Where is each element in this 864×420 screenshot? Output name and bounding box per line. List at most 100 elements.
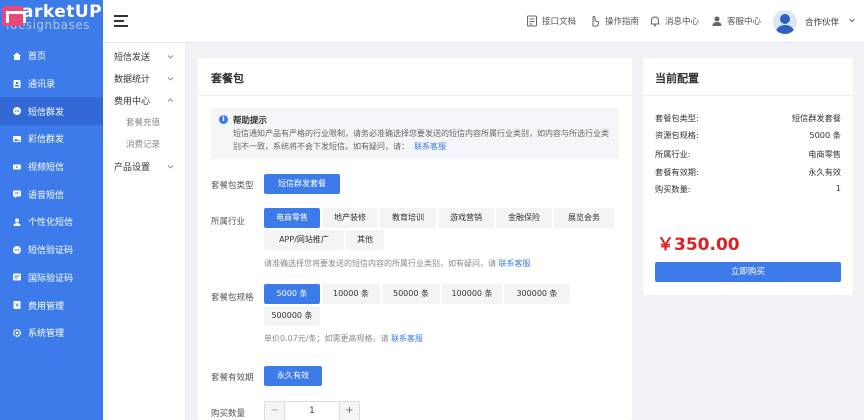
sidebar-item[interactable]: ¥ 费用管理 — [0, 291, 103, 319]
secondary-menu: 短信发送 数据统计费用中心套餐充值 消费记录产品设置 — [103, 43, 186, 420]
spec-option[interactable]: 5000 条 — [264, 284, 320, 304]
sidebar-item[interactable]: 语音短信 — [0, 180, 103, 208]
contact-service-link[interactable]: 联系客服 — [499, 259, 531, 268]
settings-icon — [12, 328, 22, 338]
top-link-service[interactable]: 客服中心 — [711, 15, 761, 27]
chevron-down-icon — [167, 75, 174, 82]
sidebar-item[interactable]: 个性化短信 — [0, 208, 103, 236]
sidebar-item-label: 短信验证码 — [28, 246, 74, 257]
package-card: 套餐包 i 帮助提示 短信通知产品有严格的行业限制，请务必准确选择您要发送的短信… — [198, 58, 632, 420]
spec-option[interactable]: 100000 条 — [442, 284, 502, 304]
config-key: 套餐包类型: — [655, 113, 699, 123]
config-key: 资源包规格: — [655, 130, 699, 140]
top-bar: 接口文档 操作指南 消息中心 客服中心 合作伙伴 — [103, 0, 864, 43]
submenu-item[interactable]: 套餐充值 — [103, 111, 185, 133]
total-price: ￥350.00 — [657, 235, 740, 255]
sidebar-item[interactable]: 国际验证码 — [0, 264, 103, 292]
config-row: 所属行业: 电商零售 — [655, 148, 841, 160]
intl-code-icon — [12, 272, 22, 282]
sidebar-item[interactable]: 首页 — [0, 42, 103, 70]
spec-hint: 单价0.07元/条；如需更高规格，请 联系客服 — [264, 333, 423, 344]
hint-text: 单价0.07元/条；如需更高规格，请 — [264, 334, 389, 343]
avatar[interactable] — [773, 10, 797, 34]
custom-sms-icon — [12, 217, 22, 227]
submenu-group-label: 费用中心 — [114, 96, 151, 107]
top-link-messages[interactable]: 消息中心 — [649, 15, 699, 27]
industry-option[interactable]: 游戏营销 — [438, 208, 494, 228]
config-value: 5000 条 — [809, 130, 841, 140]
package-type-option[interactable]: 短信群发套餐 — [264, 174, 340, 194]
spec-label: 套餐包规格 — [211, 293, 254, 303]
industry-option[interactable]: 其他 — [346, 230, 384, 250]
industry-option[interactable]: APP/网站推广 — [264, 230, 344, 250]
spec-option[interactable]: 10000 条 — [322, 284, 380, 304]
top-link-api-docs[interactable]: 接口文档 — [526, 15, 576, 27]
sidebar-item-label: 个性化短信 — [28, 218, 74, 229]
top-link-guide[interactable]: 操作指南 — [589, 15, 639, 27]
contact-service-link[interactable]: 联系客服 — [414, 142, 446, 151]
config-row: 购买数量: 1 — [655, 183, 841, 195]
video-icon — [12, 162, 22, 172]
decrement-button[interactable]: − — [265, 402, 285, 420]
chevron-down-icon — [167, 163, 174, 170]
industry-option[interactable]: 教育培训 — [380, 208, 436, 228]
config-key: 购买数量: — [655, 184, 691, 194]
chevron-up-icon — [167, 97, 174, 104]
submenu-group[interactable]: 产品设置 — [103, 155, 185, 177]
increment-button[interactable]: + — [339, 402, 359, 420]
sidebar-item[interactable]: 短信验证码 — [0, 236, 103, 264]
config-key: 套餐有效期: — [655, 167, 699, 177]
config-row: 套餐有效期: 永久有效 — [655, 166, 841, 178]
submenu-group[interactable]: 短信发送 — [103, 45, 185, 67]
validity-option[interactable]: 永久有效 — [264, 366, 322, 386]
industry-option[interactable]: 地产装修 — [322, 208, 378, 228]
svg-text:¥: ¥ — [15, 303, 19, 310]
sidebar-item-label: 国际验证码 — [28, 273, 74, 284]
top-link-label: 客服中心 — [727, 17, 762, 27]
logo[interactable]: idesignbases arketUP — [0, 0, 103, 42]
sidebar-item[interactable]: 彩信群发 — [0, 125, 103, 153]
submenu-group[interactable]: 费用中心 — [103, 89, 185, 111]
contacts-icon — [12, 79, 22, 89]
config-value: 短信群发套餐 — [791, 113, 841, 123]
current-config-card: 当前配置 套餐包类型: 短信群发套餐 资源包规格: 5000 条 所属行业: 电商零售… — [643, 58, 853, 295]
industry-option[interactable]: 展览会务 — [554, 208, 614, 228]
voice-icon — [12, 189, 22, 199]
sidebar-item-label: 费用管理 — [28, 301, 65, 312]
quantity-input[interactable]: 1 — [285, 402, 339, 420]
buy-now-button[interactable]: 立即购买 — [655, 262, 841, 282]
contact-service-link[interactable]: 联系客服 — [391, 334, 423, 343]
sidebar-item-label: 语音短信 — [28, 190, 65, 201]
sidebar-item[interactable]: 视频短信 — [0, 153, 103, 181]
sidebar-item-label: 彩信群发 — [28, 135, 65, 146]
sidebar-item-label: 系统管理 — [28, 329, 65, 340]
submenu-group[interactable]: 数据统计 — [103, 67, 185, 89]
user-name[interactable]: 合作伙伴 — [805, 16, 839, 28]
chevron-down-icon[interactable] — [848, 16, 856, 24]
chevron-down-icon — [167, 53, 174, 60]
submenu-item[interactable]: 消费记录 — [103, 133, 185, 155]
help-tip: i 帮助提示 短信通知产品有严格的行业限制，请务必准确选择您要发送的短信内容所属… — [211, 108, 619, 159]
service-icon — [712, 16, 722, 26]
industry-label: 所属行业 — [211, 217, 246, 227]
sms-icon — [12, 106, 22, 116]
sidebar-nav: 首页 通讯录 短信群发彩信群发视频短信语音短信个性化短信短信验证码国际验证码 ¥ 费用管… — [0, 42, 103, 347]
sidebar-item[interactable]: 系统管理 — [0, 319, 103, 347]
fee-icon: ¥ — [12, 300, 22, 310]
sidebar-item[interactable]: 通讯录 — [0, 70, 103, 98]
industry-option[interactable]: 金融保险 — [496, 208, 552, 228]
spec-option[interactable]: 500000 条 — [264, 306, 320, 326]
hint-text: 请准确选择您将要发送的短信内容的所属行业类别，如有疑问，请 — [264, 259, 496, 268]
sidebar: idesignbases arketUP 首页 通讯录 短信群发彩信群发视频短信语音… — [0, 0, 103, 420]
industry-option[interactable]: 电商零售 — [264, 208, 320, 228]
sidebar-item[interactable]: 短信群发 — [0, 97, 103, 126]
spec-option[interactable]: 50000 条 — [382, 284, 440, 304]
menu-toggle-icon[interactable] — [114, 15, 128, 27]
submenu-group-label: 产品设置 — [114, 162, 151, 173]
config-key: 所属行业: — [655, 149, 691, 159]
logo-mark-icon — [2, 6, 26, 26]
info-icon: i — [219, 115, 228, 124]
bell-icon — [650, 16, 660, 27]
spec-option[interactable]: 300000 条 — [504, 284, 570, 304]
sidebar-item-label: 视频短信 — [28, 163, 65, 174]
